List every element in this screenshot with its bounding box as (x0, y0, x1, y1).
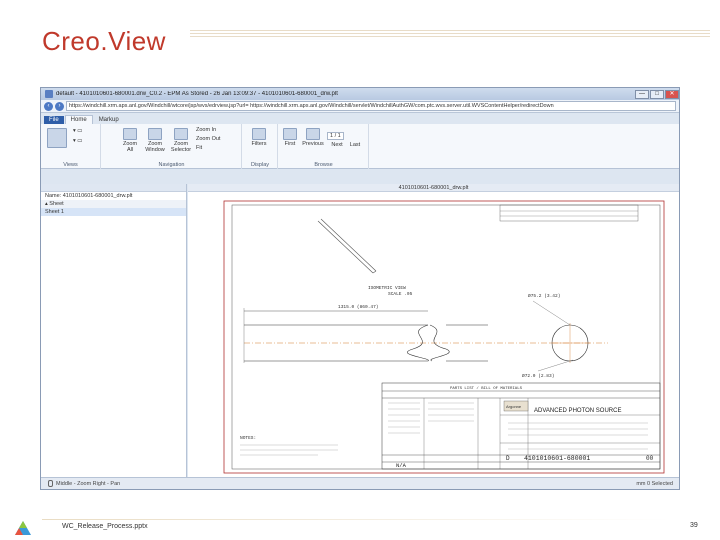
tube-view: 1315.0 (860.47) (243, 304, 608, 363)
previous-icon (306, 128, 320, 140)
structure-panel: Name: 4101010601-680001_drw.plt ▴ Sheet … (41, 184, 187, 477)
zoom-all-button[interactable]: Zoom All (120, 128, 140, 153)
footer-rule (42, 519, 672, 520)
drawing-viewer[interactable]: 4101010601-680001_drw.plt ISOMETRIC VIEW… (188, 184, 679, 477)
slide-footer: WC_Release_Process.pptx 39 (0, 505, 720, 540)
sheet-group[interactable]: ▴ Sheet (41, 200, 186, 208)
sheet-size: D (506, 455, 510, 462)
zoom-window-label: Zoom Window (145, 141, 165, 153)
parts-list-title: PARTS LIST / BILL OF MATERIALS (450, 386, 523, 391)
zoom-all-icon (123, 128, 137, 140)
sheet-item[interactable]: Sheet 1 (41, 208, 186, 216)
filters-icon (252, 128, 266, 140)
end-view (532, 300, 590, 372)
filters-label: Filters (251, 141, 267, 147)
views-icon (47, 128, 67, 148)
browse-group-label: Browse (314, 162, 333, 168)
drawing-sheet: ISOMETRIC VIEW SCALE .05 1315.0 (860.47) (223, 200, 665, 474)
fit-button[interactable]: Fit (196, 145, 202, 151)
filters-button[interactable]: Filters (246, 128, 272, 147)
tab-markup[interactable]: Markup (94, 116, 124, 124)
views-option2-icon[interactable]: ▾ ▭ (73, 138, 83, 144)
tab-file[interactable]: File (44, 116, 64, 124)
iso-scale: SCALE .05 (388, 291, 413, 297)
footer-filename: WC_Release_Process.pptx (62, 523, 148, 530)
first-button[interactable]: First (281, 128, 299, 147)
isometric-view (317, 218, 377, 274)
company-name: ADVANCED PHOTON SOURCE (534, 408, 621, 414)
zoom-out-button[interactable]: Zoom Out (196, 136, 220, 142)
page-number: 39 (690, 522, 698, 529)
title-block: Argonne (381, 382, 661, 470)
viewer-title: 4101010601-680001_drw.plt (188, 184, 679, 192)
file-name-label: Name: 4101010601-680001_drw.plt (45, 193, 133, 199)
views-option-icon[interactable]: ▾ ▭ (73, 128, 83, 134)
creo-view-window: default - 4101010601-680001.drw_C0.2 - E… (40, 87, 680, 490)
status-selection: mm 0 Selected (636, 480, 673, 487)
forward-icon[interactable]: › (55, 101, 64, 111)
views-button[interactable] (47, 128, 67, 149)
panel-toolbar (41, 184, 186, 192)
drawing-number: 4101010601-680001 (524, 455, 590, 462)
display-group-label: Display (250, 162, 270, 168)
zoom-selector-button[interactable]: Zoom Selector (170, 128, 192, 153)
zoom-window-button[interactable]: Zoom Window (144, 128, 166, 153)
title-decoration (190, 30, 710, 38)
display-group: Filters Display (243, 124, 278, 169)
close-button[interactable]: ✕ (665, 89, 679, 99)
argonne-logo-icon (15, 521, 31, 535)
zoom-selector-label: Zoom Selector (170, 141, 192, 153)
address-bar: ‹ › https://windchill.xrm.aps.anl.gov/Wi… (41, 100, 679, 113)
ribbon: ▾ ▭ ▾ ▭ Views Zoom All Zoom Window Zoom … (41, 124, 679, 169)
back-icon[interactable]: ‹ (44, 101, 53, 111)
dim-bottom: Ø72.0 (2.83) (522, 372, 554, 379)
ribbon-tabs: File Home Markup (41, 113, 679, 124)
dim-length: 1315.0 (860.47) (338, 304, 379, 310)
url-field[interactable]: https://windchill.xrm.aps.anl.gov/Windch… (66, 101, 676, 111)
sheet-group-label: Sheet (49, 201, 64, 207)
revision-block (499, 204, 639, 222)
previous-button[interactable]: Previous (301, 128, 325, 147)
tab-home[interactable]: Home (64, 115, 93, 124)
next-button[interactable]: Next (329, 142, 345, 148)
views-group-label: Views (63, 162, 78, 168)
iso-note: ISOMETRIC VIEW (368, 285, 406, 291)
slide: Creo.View default - 4101010601-680001.dr… (0, 0, 720, 540)
maximize-button[interactable]: □ (650, 89, 664, 99)
zoom-in-button[interactable]: Zoom In (196, 127, 216, 133)
zoom-window-icon (148, 128, 162, 140)
window-titlebar: default - 4101010601-680001.drw_C0.2 - E… (41, 88, 679, 100)
status-text: Middle - Zoom Right - Pan (56, 480, 121, 487)
zoom-selector-icon (174, 128, 188, 140)
zoom-all-label: Zoom All (122, 141, 138, 153)
scale-value: N/A (396, 462, 407, 469)
previous-label: Previous (302, 141, 324, 147)
window-title: default - 4101010601-680001.drw_C0.2 - E… (56, 91, 338, 97)
navigation-group-label: Navigation (158, 162, 185, 168)
app-icon (45, 90, 53, 98)
navigation-group: Zoom All Zoom Window Zoom Selector Zoom … (102, 124, 242, 169)
first-icon (283, 128, 297, 140)
sheet-border (223, 200, 665, 474)
mouse-icon (48, 480, 53, 487)
revision: 00 (646, 455, 654, 462)
last-button[interactable]: Last (347, 142, 363, 148)
slide-title: Creo.View (42, 26, 166, 56)
argonne-logo-text: Argonne (506, 404, 522, 409)
browse-group: First Previous 1 / 1 Next Last Browse (279, 124, 369, 169)
dim-diameter: Ø75.2 (3.42) (528, 292, 560, 299)
status-bar: Middle - Zoom Right - Pan mm 0 Selected (41, 477, 679, 489)
drawing-frame (231, 204, 661, 470)
minimize-button[interactable]: — (635, 89, 649, 99)
notes-header: NOTES: (240, 435, 256, 441)
page-field[interactable]: 1 / 1 (327, 132, 344, 140)
views-group: ▾ ▭ ▾ ▭ Views (41, 124, 101, 169)
first-label: First (284, 141, 296, 147)
